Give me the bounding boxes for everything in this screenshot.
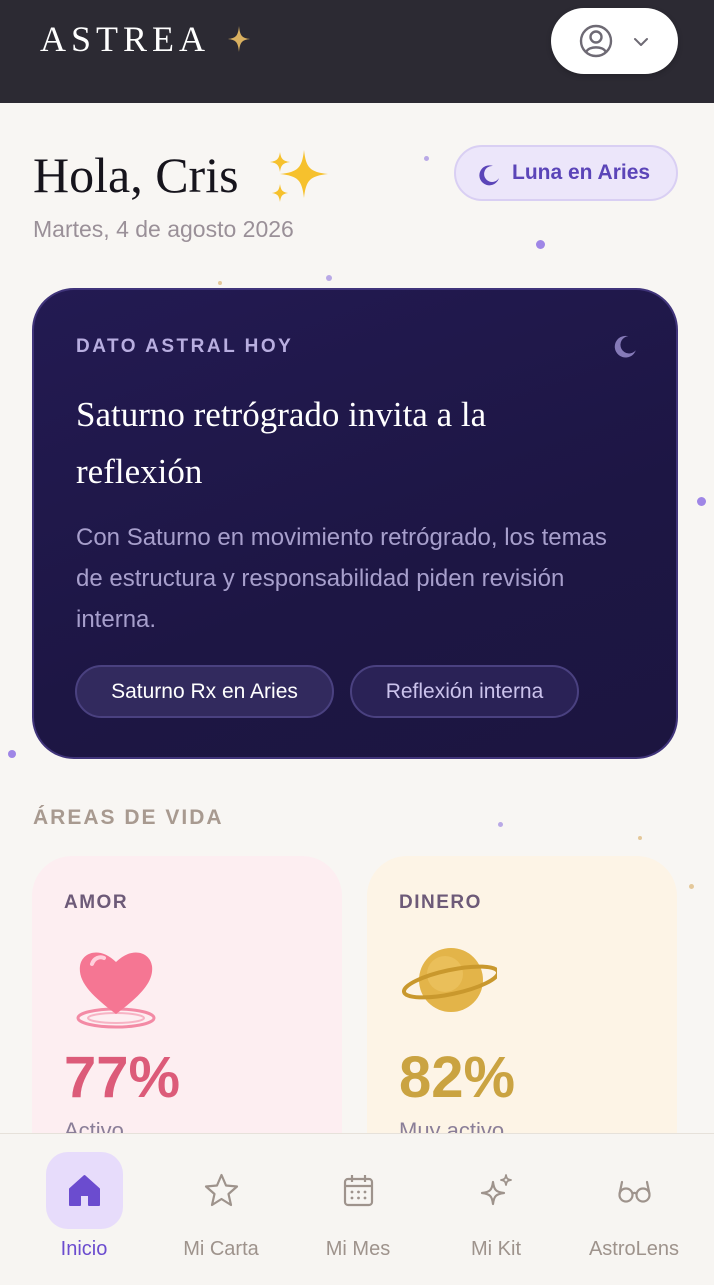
astral-card-body: Con Saturno en movimiento retrógrado, lo… xyxy=(76,524,607,633)
nav-label: Inicio xyxy=(60,1238,108,1260)
calendar-icon xyxy=(343,1175,374,1207)
area-card-dinero[interactable]: DINERO 82% Muy activo xyxy=(367,856,677,1176)
star-dot xyxy=(498,822,503,827)
sparkles-emoji-icon xyxy=(270,150,328,202)
nav-item-astrolens[interactable]: AstroLens xyxy=(564,1134,704,1285)
area-label: DINERO xyxy=(399,892,482,913)
area-card-amor[interactable]: AMOR 77% Activo xyxy=(32,856,342,1176)
account-menu-button[interactable] xyxy=(551,8,678,74)
moon-phase-label: Luna en Aries xyxy=(512,161,651,184)
nav-icon-container xyxy=(596,1152,673,1229)
tag-chip[interactable]: Saturno Rx en Aries xyxy=(75,665,334,718)
star-dot xyxy=(697,497,706,506)
astral-card-label: DATO ASTRAL HOY xyxy=(76,336,294,357)
star-dot xyxy=(326,275,332,281)
nav-icon-container xyxy=(320,1152,397,1229)
greeting-title: Hola, Cris xyxy=(33,147,239,203)
area-label: AMOR xyxy=(64,892,129,913)
star-dot xyxy=(424,156,429,161)
nav-icon-container xyxy=(183,1152,260,1229)
bottom-navigation: Inicio Mi Carta Mi Mes Mi Kit AstroLens xyxy=(0,1133,714,1285)
nav-label: Mi Carta xyxy=(183,1238,259,1260)
nav-label: Mi Mes xyxy=(325,1238,391,1260)
moon-phase-badge[interactable]: Luna en Aries xyxy=(454,145,678,201)
nav-item-mi-kit[interactable]: Mi Kit xyxy=(426,1134,566,1285)
star-dot xyxy=(218,281,222,285)
nav-label: Mi Kit xyxy=(471,1238,521,1260)
astral-card-title: Saturno retrógrado invita a la reflexión xyxy=(76,395,487,491)
moon-icon xyxy=(479,165,499,186)
heart-icon xyxy=(76,952,156,1029)
sparkles-icon xyxy=(480,1174,512,1206)
star-icon xyxy=(204,1173,239,1207)
section-title-areas: ÁREAS DE VIDA xyxy=(33,806,224,829)
nav-item-inicio[interactable]: Inicio xyxy=(14,1134,154,1285)
chevron-down-icon xyxy=(634,38,648,46)
sparkle-star-icon xyxy=(228,26,250,52)
nav-item-mi-carta[interactable]: Mi Carta xyxy=(151,1134,291,1285)
nav-item-mi-mes[interactable]: Mi Mes xyxy=(288,1134,428,1285)
brand-logo: ASTREA xyxy=(40,19,211,59)
tag-chip[interactable]: Reflexión interna xyxy=(350,665,579,718)
home-icon xyxy=(69,1175,100,1206)
planet-icon xyxy=(401,948,497,1012)
star-dot xyxy=(638,836,642,840)
area-percent: 82% xyxy=(399,1045,516,1110)
area-percent: 77% xyxy=(64,1045,181,1110)
glasses-icon xyxy=(618,1180,651,1203)
star-dot xyxy=(536,240,545,249)
nav-icon-container xyxy=(458,1152,535,1229)
current-date: Martes, 4 de agosto 2026 xyxy=(33,216,294,242)
moon-icon xyxy=(614,335,636,358)
astral-fact-card[interactable]: DATO ASTRAL HOY Saturno retrógrado invit… xyxy=(32,288,678,759)
nav-label: AstroLens xyxy=(588,1238,680,1260)
star-dot xyxy=(8,750,16,758)
top-bar: ASTREA xyxy=(0,0,714,103)
star-dot xyxy=(689,884,694,889)
nav-icon-container xyxy=(46,1152,123,1229)
user-circle-icon xyxy=(579,24,613,58)
